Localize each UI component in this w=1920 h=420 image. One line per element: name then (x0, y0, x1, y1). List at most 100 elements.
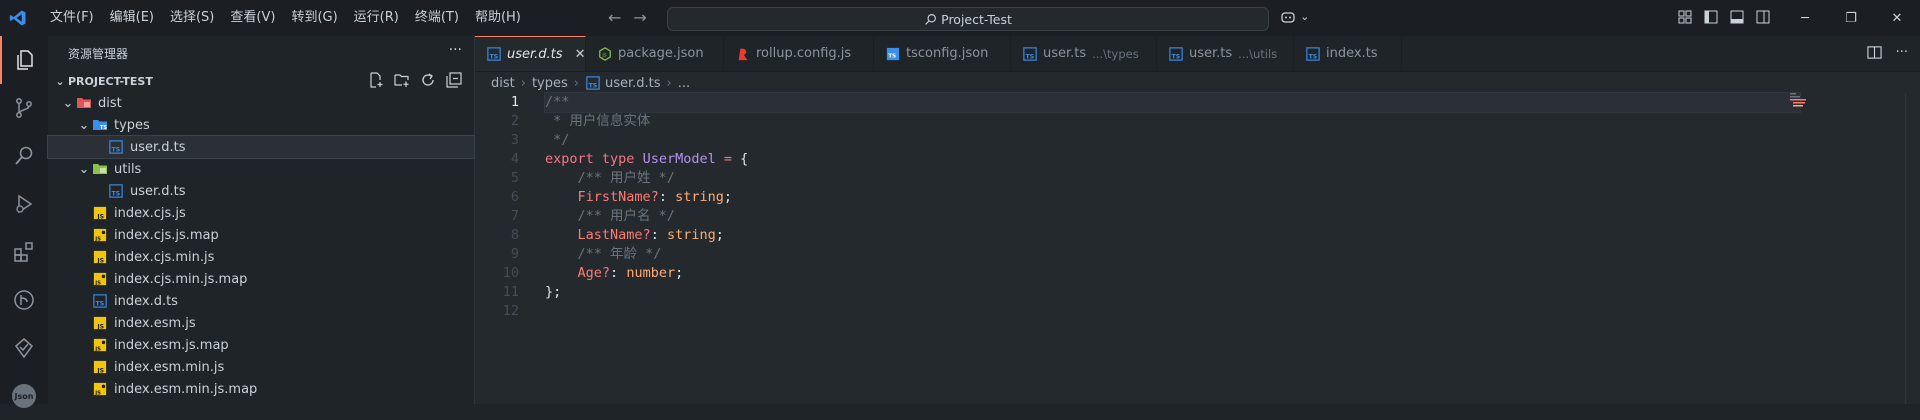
json-activity[interactable]: Json (0, 372, 48, 420)
minimap[interactable] (1790, 93, 1820, 109)
line-source: * 用户信息实体 (545, 112, 1800, 131)
tree-file[interactable]: JS index.cjs.min.js (48, 246, 474, 268)
run-debug-activity[interactable] (0, 180, 48, 228)
line-source: */ (545, 131, 1800, 150)
tsconfig-icon: TS (886, 47, 900, 61)
source-control-activity[interactable] (0, 84, 48, 132)
chevron-down-icon: ⌄ (1300, 10, 1310, 23)
tree-file[interactable]: JS index.cjs.min.js.map (48, 268, 474, 290)
refresh-icon[interactable] (420, 72, 436, 88)
code-editor[interactable]: 1/** 2 * 用户信息实体 3 */4 export type UserModel… (475, 92, 1920, 321)
menu-edit[interactable]: 编辑(E) (102, 0, 162, 36)
menu-run[interactable]: 运行(R) (346, 0, 407, 36)
tree-file[interactable]: JS index.esm.min.js (48, 356, 474, 378)
command-center-search[interactable]: Project-Test (667, 7, 1269, 31)
tree-file[interactable]: JS index.esm.min.js.map (48, 378, 474, 400)
new-folder-icon[interactable] (394, 72, 410, 88)
code-token: ; (675, 265, 684, 281)
git-graph-activity[interactable] (0, 276, 48, 324)
svg-text:js: js (601, 52, 606, 58)
breadcrumb-file[interactable]: user.d.ts (605, 76, 661, 91)
code-token: type (601, 151, 635, 167)
copilot-button[interactable]: ⌄ (1280, 9, 1309, 24)
testing-activity[interactable] (0, 324, 48, 372)
tree-item-label: types (114, 117, 150, 133)
editor-tab[interactable]: TS tsconfig.json (874, 36, 1011, 71)
tree-folder[interactable]: ⌄ dist (48, 92, 474, 114)
code-token: }; (545, 284, 562, 300)
line-number: 6 (510, 189, 519, 205)
breadcrumb-types[interactable]: types (532, 76, 568, 91)
breadcrumb-symbol[interactable]: ... (678, 76, 690, 91)
testing-icon (14, 338, 34, 359)
vertical-scrollbar[interactable] (1905, 93, 1920, 404)
customize-layout-icon[interactable] (1678, 10, 1692, 24)
window-controls: ─ ❐ ✕ (1782, 0, 1920, 36)
tree-item-label: index.esm.min.js (114, 359, 225, 375)
line-number: 12 (502, 303, 519, 319)
forward-arrow-icon[interactable]: → (633, 8, 646, 27)
menu-go[interactable]: 转到(G) (283, 0, 345, 36)
close-window-icon[interactable]: ✕ (1874, 0, 1920, 36)
editor-tab[interactable]: TS user.ts ...\utils (1157, 36, 1294, 71)
minimize-icon[interactable]: ─ (1782, 0, 1828, 36)
more-actions-icon[interactable]: ··· (449, 42, 462, 58)
explorer-activity[interactable] (0, 36, 48, 84)
files-icon (17, 50, 33, 70)
tree-item-label: index.cjs.js.map (114, 227, 219, 243)
vscode-logo-icon (0, 0, 36, 36)
line-number: 9 (510, 246, 519, 262)
editor-tab[interactable]: rollup.config.js (724, 36, 874, 71)
menu-selection[interactable]: 选择(S) (162, 0, 222, 36)
close-tab-icon[interactable]: ✕ (575, 47, 586, 62)
tab-description: ...\utils (1238, 46, 1278, 61)
breadcrumb-dist[interactable]: dist (491, 76, 515, 91)
tree-file[interactable]: TS user.d.ts (48, 180, 474, 202)
editor-tab[interactable]: TS user.d.ts ✕ (475, 36, 586, 71)
line-source: /** 用户姓 */ (545, 169, 1800, 188)
tree-folder[interactable]: ⌄ TS types (48, 114, 474, 136)
toggle-secondary-sidebar-icon[interactable] (1756, 10, 1770, 24)
explorer-header: 资源管理器 ··· (48, 36, 474, 70)
line-source: LastName?: string; (545, 226, 1800, 245)
code-line: 5 /** 用户姓 */ (475, 169, 1920, 188)
new-file-icon[interactable] (368, 72, 384, 88)
tree-file[interactable]: JS index.cjs.js.map (48, 224, 474, 246)
menu-help[interactable]: 帮助(H) (467, 0, 529, 36)
search-activity[interactable] (0, 132, 48, 180)
tab-label: user.ts (1189, 46, 1233, 61)
svg-text:JS: JS (96, 213, 104, 220)
javascript-file-icon: JS (92, 359, 108, 375)
collapse-all-icon[interactable] (446, 72, 462, 88)
extensions-activity[interactable] (0, 228, 48, 276)
editor-tab[interactable]: TS user.ts ...\types (1011, 36, 1157, 71)
tree-file[interactable]: TS user.d.ts (47, 135, 475, 159)
more-actions-icon[interactable]: ··· (1896, 45, 1908, 60)
menu-file[interactable]: 文件(F) (42, 0, 102, 36)
toggle-primary-sidebar-icon[interactable] (1704, 10, 1718, 24)
split-editor-icon[interactable] (1866, 45, 1882, 60)
svg-text:TS: TS (112, 190, 121, 197)
project-section-header[interactable]: ⌄ PROJECT-TEST (48, 70, 474, 92)
npm-package-icon: js (598, 46, 612, 61)
back-arrow-icon[interactable]: ← (608, 8, 621, 27)
menu-view[interactable]: 查看(V) (222, 0, 283, 36)
tree-file[interactable]: JS index.cjs.js (48, 202, 474, 224)
menu-terminal[interactable]: 终端(T) (407, 0, 467, 36)
editor-tab[interactable]: TS index.ts (1294, 36, 1402, 71)
tree-folder[interactable]: ⌄ utils (48, 158, 474, 180)
explorer-sidebar: 资源管理器 ··· ⌄ PROJECT-TEST ⌄ dist ⌄ TS types TS… (47, 36, 475, 404)
editor-tab[interactable]: js package.json (586, 36, 724, 71)
tree-file[interactable]: JS index.esm.js (48, 312, 474, 334)
svg-text:TS: TS (589, 82, 598, 89)
tree-file[interactable]: JS index.esm.js.map (48, 334, 474, 356)
restore-icon[interactable]: ❐ (1828, 0, 1874, 36)
tree-file[interactable]: TS index.d.ts (48, 290, 474, 312)
code-token: ? (642, 227, 651, 243)
toggle-panel-icon[interactable] (1730, 10, 1744, 24)
code-token: /** 用户姓 */ (577, 170, 675, 186)
